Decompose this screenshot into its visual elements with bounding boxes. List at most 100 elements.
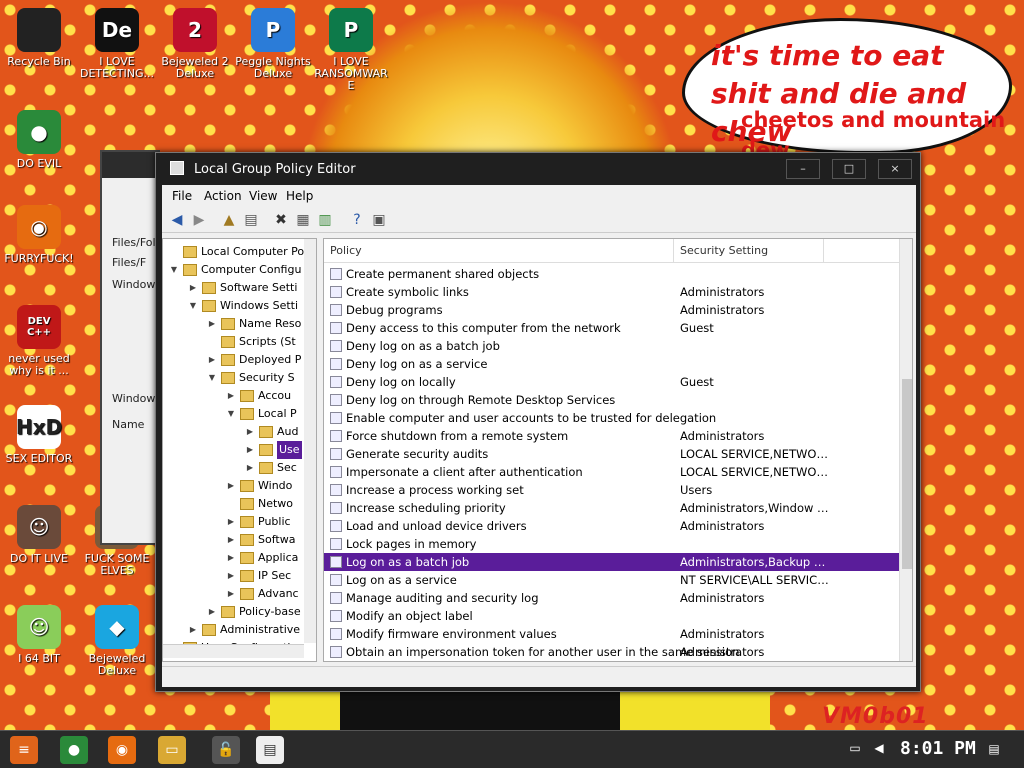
desktop-icon[interactable]: 2 Bejeweled 2 Deluxe bbox=[156, 8, 234, 80]
start-icon[interactable]: ≡ bbox=[10, 736, 38, 764]
properties-icon[interactable]: ▦ bbox=[294, 211, 312, 229]
tree-expander-icon[interactable]: ▶ bbox=[188, 621, 198, 639]
tree-node[interactable]: ▶ IP Sec bbox=[163, 567, 304, 585]
notification-icon[interactable]: ▤ bbox=[984, 739, 1004, 759]
back-arrow-icon[interactable]: ◀ bbox=[168, 211, 186, 229]
menu-action[interactable]: Action bbox=[204, 189, 242, 203]
tree-node[interactable]: Scripts (St bbox=[163, 333, 304, 351]
policy-row[interactable]: Increase a process working set Users bbox=[324, 481, 899, 499]
policy-row[interactable]: Modify firmware environment values Admini… bbox=[324, 625, 899, 643]
policy-row[interactable]: Deny access to this computer from the ne… bbox=[324, 319, 899, 337]
window-titlebar[interactable]: Local Group Policy Editor – □ × bbox=[156, 153, 920, 183]
up-folder-icon[interactable]: ▲ bbox=[220, 211, 238, 229]
policy-row[interactable]: Log on as a service NT SERVICE\ALL SERVIC… bbox=[324, 571, 899, 589]
desktop-icon[interactable]: HxD SEX EDITOR bbox=[0, 405, 78, 465]
desktop-icon[interactable]: Recycle Bin bbox=[0, 8, 78, 68]
tree-expander-icon[interactable]: ▶ bbox=[245, 441, 255, 459]
tree-node[interactable]: ▶ Use bbox=[163, 441, 304, 459]
tree-expander-icon[interactable]: ▼ bbox=[226, 405, 236, 423]
tree-expander-icon[interactable]: ▶ bbox=[245, 423, 255, 441]
policy-row[interactable]: Deny log on locally Guest bbox=[324, 373, 899, 391]
tree-node[interactable]: Local Computer Policy bbox=[163, 243, 316, 261]
tree-pane[interactable]: Local Computer Policy ▼ Computer Configu ▶ S… bbox=[162, 238, 317, 662]
desktop-icon[interactable]: ● DO EVIL bbox=[0, 110, 78, 170]
tree-expander-icon[interactable]: ▶ bbox=[226, 585, 236, 603]
policy-row[interactable]: Lock pages in memory bbox=[324, 535, 899, 553]
tree-node[interactable]: ▶ Policy-base bbox=[163, 603, 304, 621]
desktop-icon[interactable]: ☺ DO IT LIVE bbox=[0, 505, 78, 565]
network-icon[interactable]: ▭ bbox=[846, 739, 864, 757]
tree-node[interactable]: ▶ Advanc bbox=[163, 585, 304, 603]
policy-row[interactable]: Increase scheduling priority Administrato… bbox=[324, 499, 899, 517]
tree-vertical-scrollbar[interactable] bbox=[304, 239, 316, 643]
tree-node[interactable]: ▼ Windows Setti bbox=[163, 297, 304, 315]
group-policy-editor-window[interactable]: Local Group Policy Editor – □ × File Act… bbox=[155, 152, 921, 692]
forward-arrow-icon[interactable]: ▶ bbox=[190, 211, 208, 229]
tree-expander-icon[interactable]: ▶ bbox=[226, 531, 236, 549]
policy-row[interactable]: Deny log on as a service bbox=[324, 355, 899, 373]
policy-row[interactable]: Manage auditing and security log Administ… bbox=[324, 589, 899, 607]
policy-row[interactable]: Create symbolic links Administrators bbox=[324, 283, 899, 301]
menu-file[interactable]: File bbox=[172, 189, 192, 203]
tree-expander-icon[interactable]: ▶ bbox=[207, 603, 217, 621]
column-header-security-setting[interactable]: Security Setting bbox=[674, 239, 824, 263]
tree-expander-icon[interactable]: ▶ bbox=[226, 477, 236, 495]
desktop-icon[interactable]: ☺ I 64 BIT bbox=[0, 605, 78, 665]
tree-node[interactable]: ▼ Computer Configu bbox=[163, 261, 304, 279]
policy-list-pane[interactable]: Policy Security Setting Create permanent… bbox=[323, 238, 913, 662]
policy-row[interactable]: Obtain an impersonation token for anothe… bbox=[324, 643, 899, 661]
firefox-icon[interactable]: ◉ bbox=[108, 736, 136, 764]
policy-row[interactable]: Enable computer and user accounts to be … bbox=[324, 409, 899, 427]
tree-node[interactable]: ▶ Name Reso bbox=[163, 315, 304, 333]
policy-row[interactable]: Generate security audits LOCAL SERVICE,NE… bbox=[324, 445, 899, 463]
tree-expander-icon[interactable]: ▶ bbox=[245, 459, 255, 477]
tree-expander-icon[interactable]: ▶ bbox=[226, 567, 236, 585]
chrome-icon[interactable]: ● bbox=[60, 736, 88, 764]
desktop-icon[interactable]: De I LOVE DETECTING... bbox=[78, 8, 156, 80]
help-icon[interactable]: ? bbox=[348, 211, 366, 229]
list-vertical-scrollbar[interactable] bbox=[899, 239, 912, 661]
desktop-icon[interactable]: ◉ FURRYFUCK! bbox=[0, 205, 78, 265]
tree-node[interactable]: ▼ Security S bbox=[163, 369, 304, 387]
tree-node[interactable]: ▶ Accou bbox=[163, 387, 304, 405]
tree-node[interactable]: ▶ Deployed P bbox=[163, 351, 304, 369]
policy-row[interactable]: Deny log on through Remote Desktop Servi… bbox=[324, 391, 899, 409]
tree-node[interactable]: ▶ Applica bbox=[163, 549, 304, 567]
policy-row[interactable]: Deny log on as a batch job bbox=[324, 337, 899, 355]
list-scroll-thumb[interactable] bbox=[902, 379, 912, 569]
background-explorer-window[interactable]: Files/Fol Files/F Window Windows Name bbox=[100, 150, 161, 545]
policy-row[interactable]: Create permanent shared objects bbox=[324, 265, 899, 283]
menu-help[interactable]: Help bbox=[286, 189, 313, 203]
policy-row[interactable]: Impersonate a client after authenticatio… bbox=[324, 463, 899, 481]
policy-row[interactable]: Debug programs Administrators bbox=[324, 301, 899, 319]
tree-node[interactable]: ▶ Public bbox=[163, 513, 304, 531]
tree-expander-icon[interactable]: ▶ bbox=[207, 315, 217, 333]
tree-node[interactable]: ▶ Aud bbox=[163, 423, 304, 441]
unlock-icon[interactable]: 🔓 bbox=[212, 736, 240, 764]
tree-node[interactable]: ▶ Softwa bbox=[163, 531, 304, 549]
notepad-icon[interactable]: ▤ bbox=[256, 736, 284, 764]
policy-row[interactable]: Log on as a batch job Administrators,Back… bbox=[324, 553, 899, 571]
filter-icon[interactable]: ▣ bbox=[370, 211, 388, 229]
desktop-icon[interactable]: DEV C++ never used why is it ... bbox=[0, 305, 78, 377]
tree-node[interactable]: Netwo bbox=[163, 495, 304, 513]
tree-horizontal-scrollbar[interactable] bbox=[163, 644, 304, 658]
policy-row[interactable]: Force shutdown from a remote system Admin… bbox=[324, 427, 899, 445]
close-button[interactable]: × bbox=[878, 159, 912, 179]
tree-node[interactable]: ▶ Sec bbox=[163, 459, 304, 477]
explorer-icon[interactable]: ▭ bbox=[158, 736, 186, 764]
menu-view[interactable]: View bbox=[249, 189, 277, 203]
tree-expander-icon[interactable]: ▼ bbox=[188, 297, 198, 315]
tree-expander-icon[interactable]: ▶ bbox=[207, 351, 217, 369]
column-header-policy[interactable]: Policy bbox=[324, 239, 674, 263]
export-list-icon[interactable]: ▥ bbox=[316, 211, 334, 229]
show-hide-tree-icon[interactable]: ▤ bbox=[242, 211, 260, 229]
volume-icon[interactable]: ◀ bbox=[870, 739, 888, 757]
desktop-icon[interactable]: PI LOVE RANSOMWARE bbox=[312, 8, 390, 92]
tree-expander-icon[interactable]: ▶ bbox=[226, 513, 236, 531]
tree-expander-icon[interactable]: ▶ bbox=[188, 279, 198, 297]
tree-node[interactable]: ▶ Windo bbox=[163, 477, 304, 495]
tree-node[interactable]: ▶ Administrative bbox=[163, 621, 304, 639]
tree-expander-icon[interactable]: ▼ bbox=[207, 369, 217, 387]
minimize-button[interactable]: – bbox=[786, 159, 820, 179]
